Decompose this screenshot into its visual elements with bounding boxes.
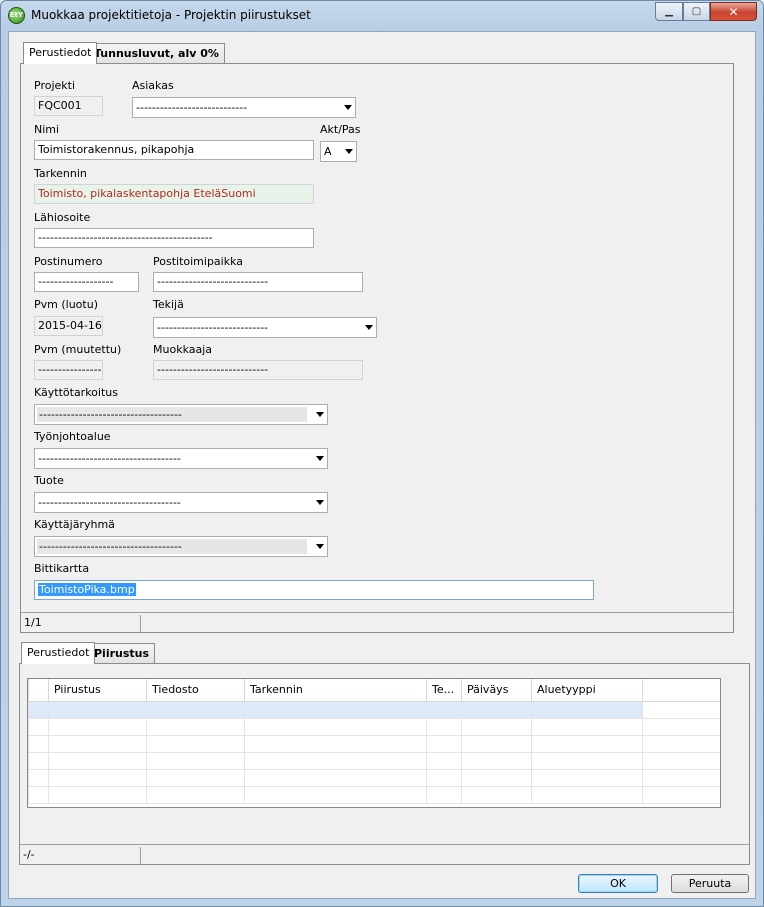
window-title: Muokkaa projektitietoja - Projektin piir… <box>31 8 311 22</box>
bottom-status-bar: -/- <box>20 844 749 864</box>
grid-record-indicator: -/- <box>20 847 141 864</box>
pvm-luotu-field: 2015-04-16 <box>34 316 103 336</box>
muokkaaja-label: Muokkaaja <box>153 343 213 356</box>
aktpas-label: Akt/Pas <box>320 123 361 136</box>
top-status-bar: 1/1 <box>21 612 733 632</box>
ok-button[interactable]: OK <box>578 874 658 893</box>
tab-perustiedot-top[interactable]: Perustiedot <box>23 42 98 64</box>
chevron-down-icon <box>365 325 373 330</box>
muokkaaja-field: ---------------------------- <box>153 360 363 380</box>
chevron-down-icon <box>316 412 324 417</box>
chevron-down-icon <box>345 149 353 154</box>
pvm-muutettu-field: ---------------- <box>34 360 103 380</box>
piirustukset-panel: Piirustus Tiedosto Tarkennin Te... Päivä… <box>19 663 750 865</box>
tab-perustiedot-bottom[interactable]: Perustiedot <box>21 642 96 664</box>
tekija-label: Tekijä <box>153 298 184 311</box>
postinumero-label: Postinumero <box>34 255 103 268</box>
postitoimipaikka-label: Postitoimipaikka <box>153 255 244 268</box>
col-piirustus[interactable]: Piirustus <box>48 679 147 702</box>
kayttotarkoitus-label: Käyttötarkoitus <box>34 386 118 399</box>
drawings-grid[interactable]: Piirustus Tiedosto Tarkennin Te... Päivä… <box>27 678 721 808</box>
lahiosoite-field[interactable]: ----------------------------------------… <box>34 228 314 248</box>
table-row[interactable] <box>28 734 720 753</box>
kayttajaryhma-value: ------------------------------------ <box>37 539 307 554</box>
table-row[interactable] <box>28 751 720 770</box>
col-tiedosto[interactable]: Tiedosto <box>146 679 245 702</box>
col-empty <box>642 679 720 702</box>
pvm-muutettu-label: Pvm (muutettu) <box>34 343 122 356</box>
app-icon: EtY <box>8 7 25 24</box>
postinumero-field[interactable]: ------------------- <box>34 272 139 292</box>
tuote-value: ------------------------------------ <box>38 496 181 509</box>
asiakas-label: Asiakas <box>132 79 174 92</box>
table-row[interactable] <box>28 700 720 719</box>
close-icon: ✕ <box>728 4 739 19</box>
row-selector-header <box>28 679 49 702</box>
tyonjohtoalue-label: Työnjohtoalue <box>34 430 111 443</box>
bittikartta-label: Bittikartta <box>34 562 90 575</box>
tyonjohtoalue-select[interactable]: ------------------------------------ <box>34 448 328 469</box>
chevron-down-icon <box>316 500 324 505</box>
bittikartta-value: ToimistoPika.bmp <box>38 583 136 596</box>
table-row[interactable] <box>28 717 720 736</box>
pvm-luotu-label: Pvm (luotu) <box>34 298 98 311</box>
tyonjohtoalue-value: ------------------------------------ <box>38 452 181 465</box>
projekti-label: Projekti <box>34 79 76 92</box>
tekija-value: ---------------------------- <box>157 321 269 334</box>
col-aluetyyppi[interactable]: Aluetyyppi <box>531 679 643 702</box>
col-tarkennin[interactable]: Tarkennin <box>244 679 427 702</box>
aktpas-value: A <box>324 145 332 158</box>
aktpas-select[interactable]: A <box>320 141 357 162</box>
tarkennin-label: Tarkennin <box>34 167 87 180</box>
dialog-client-area: Perustiedot Tunnusluvut, alv 0% Projekti… <box>8 31 756 899</box>
minimize-button[interactable]: ▁ <box>655 2 683 21</box>
perustiedot-panel: Projekti FQC001 Asiakas ----------------… <box>20 63 734 633</box>
minimize-icon: ▁ <box>665 6 673 17</box>
maximize-icon: ▢ <box>691 6 702 17</box>
col-te[interactable]: Te... <box>426 679 462 702</box>
tekija-select[interactable]: ---------------------------- <box>153 317 377 338</box>
record-indicator: 1/1 <box>21 615 141 632</box>
kayttajaryhma-label: Käyttäjäryhmä <box>34 518 115 531</box>
grid-header-row: Piirustus Tiedosto Tarkennin Te... Päivä… <box>28 679 720 702</box>
asiakas-select[interactable]: ---------------------------- <box>132 97 356 118</box>
kayttotarkoitus-select[interactable]: ------------------------------------ <box>34 404 328 425</box>
projekti-field: FQC001 <box>34 96 103 116</box>
kayttajaryhma-select[interactable]: ------------------------------------ <box>34 536 328 557</box>
close-button[interactable]: ✕ <box>710 2 757 21</box>
lahiosoite-label: Lähiosoite <box>34 211 91 224</box>
tab-tunnusluvut[interactable]: Tunnusluvut, alv 0% <box>88 43 225 63</box>
col-paivays[interactable]: Päiväys <box>461 679 532 702</box>
chevron-down-icon <box>316 544 324 549</box>
nimi-field[interactable]: Toimistorakennus, pikapohja <box>34 140 314 160</box>
chevron-down-icon <box>344 105 352 110</box>
table-row[interactable] <box>28 785 720 804</box>
bittikartta-field[interactable]: ToimistoPika.bmp <box>34 580 594 600</box>
nimi-label: Nimi <box>34 123 60 136</box>
kayttotarkoitus-value: ------------------------------------ <box>37 407 307 422</box>
maximize-button[interactable]: ▢ <box>683 2 710 21</box>
asiakas-value: ---------------------------- <box>136 101 248 114</box>
dialog-window: EtY Muokkaa projektitietoja - Projektin … <box>0 0 764 907</box>
chevron-down-icon <box>316 456 324 461</box>
tarkennin-field[interactable]: Toimisto, pikalaskentapohja EteläSuomi <box>34 184 314 204</box>
table-row[interactable] <box>28 768 720 787</box>
title-bar[interactable]: EtY Muokkaa projektitietoja - Projektin … <box>1 1 763 31</box>
postitoimipaikka-field[interactable]: ---------------------------- <box>153 272 363 292</box>
tuote-select[interactable]: ------------------------------------ <box>34 492 328 513</box>
cancel-button[interactable]: Peruuta <box>671 874 749 893</box>
tuote-label: Tuote <box>34 474 64 487</box>
tab-piirustus[interactable]: Piirustus <box>88 643 156 663</box>
